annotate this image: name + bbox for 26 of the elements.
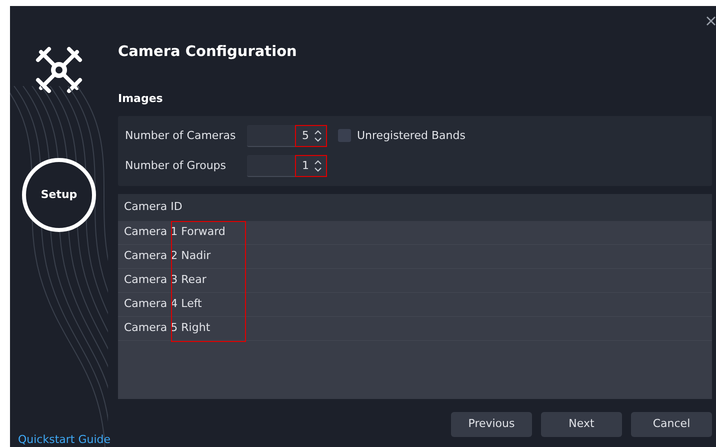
checkbox[interactable] <box>338 129 351 142</box>
column-header: Camera ID <box>118 194 712 221</box>
step-label: Setup <box>40 186 78 203</box>
number-spinbox[interactable]: 5 <box>247 124 327 147</box>
up-down-arrows-icon[interactable] <box>314 158 322 173</box>
table-row[interactable]: Camera 5 Right <box>118 316 712 341</box>
number-spinbox[interactable]: 1 <box>247 154 327 177</box>
up-down-arrows-icon[interactable] <box>314 128 322 143</box>
drone-icon <box>35 46 83 94</box>
quickstart-guide-link[interactable]: Quickstart Guide <box>18 432 111 447</box>
spinbox-value: 1 <box>302 158 309 174</box>
section-heading: Images <box>118 91 164 108</box>
field-label: Number of Groups <box>125 158 228 174</box>
table-cell-text: Camera 1 Forward <box>124 224 226 240</box>
dialog-button[interactable]: Cancel <box>631 412 712 437</box>
table-cell-text: Camera 5 Right <box>124 320 210 336</box>
dialog-button[interactable]: Next <box>541 412 622 437</box>
close-icon[interactable] <box>706 16 716 26</box>
table-row[interactable]: Camera 3 Rear <box>118 268 712 293</box>
table-row[interactable]: Camera 1 Forward <box>118 220 712 245</box>
checkbox-label: Unregistered Bands <box>357 128 466 144</box>
spinbox-value: 5 <box>302 128 309 144</box>
dialog-title: Camera Configuration <box>118 44 298 62</box>
table-cell-text: Camera 3 Rear <box>124 272 206 288</box>
field-label: Number of Cameras <box>125 128 237 144</box>
dialog-button[interactable]: Previous <box>451 412 532 437</box>
